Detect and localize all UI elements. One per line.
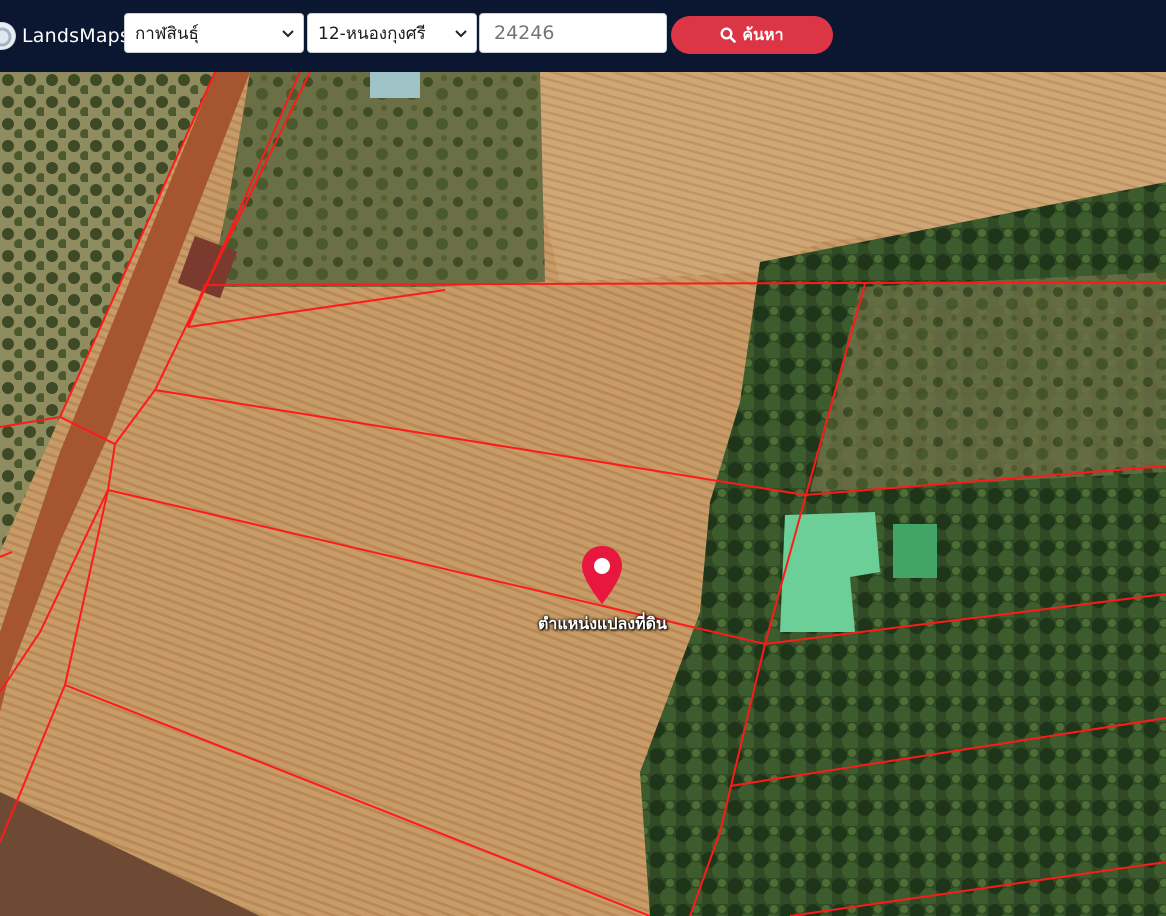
search-button[interactable]: ค้นหา: [671, 16, 833, 54]
search-icon: [720, 27, 737, 43]
chevron-down-icon: [282, 30, 294, 38]
brand-logo[interactable]: LandsMaps: [0, 0, 130, 72]
top-navbar: LandsMaps กาฬสินธุ์ 12-หนองกุงศรี ค้นหา: [0, 0, 1166, 72]
map-canvas[interactable]: [0, 72, 1166, 916]
scrub-area: [810, 272, 1166, 492]
district-select-value: 12-หนองกุงศรี: [318, 23, 426, 44]
chevron-down-icon: [455, 30, 467, 38]
scrub-area: [210, 72, 545, 287]
building-roof: [370, 72, 420, 98]
brand-name: LandsMaps: [22, 25, 131, 47]
marker-label: ตำแหน่งแปลงที่ดิน: [538, 614, 667, 633]
parcel-number-input[interactable]: [479, 13, 667, 53]
map-pin-icon[interactable]: [580, 544, 624, 606]
province-select[interactable]: กาฬสินธุ์: [124, 13, 304, 53]
satellite-map[interactable]: ตำแหน่งแปลงที่ดิน: [0, 72, 1166, 916]
district-select[interactable]: 12-หนองกุงศรี: [307, 13, 477, 53]
province-select-value: กาฬสินธุ์: [135, 23, 199, 44]
globe-icon: [0, 22, 16, 50]
building-roof: [893, 524, 937, 578]
search-button-label: ค้นหา: [742, 24, 784, 44]
